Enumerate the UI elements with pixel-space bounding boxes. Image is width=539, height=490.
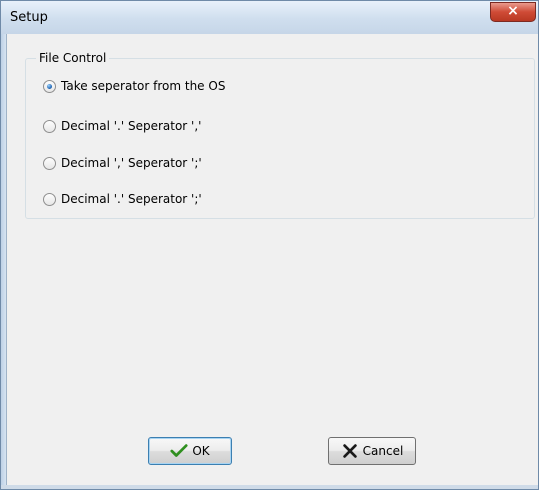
radio-option-label: Decimal ',' Seperator ';': [61, 156, 202, 170]
setup-window: Setup × File Control Take seperator from…: [0, 0, 539, 490]
close-icon: ×: [507, 3, 519, 19]
cancel-button[interactable]: Cancel: [328, 437, 416, 465]
radio-option-comma-semicolon[interactable]: Decimal ',' Seperator ';': [43, 154, 202, 172]
radio-button-selected-icon[interactable]: [43, 79, 56, 93]
x-icon: [342, 444, 357, 458]
radio-button-icon[interactable]: [43, 192, 56, 206]
dialog-client-area: File Control Take seperator from the OS …: [6, 34, 538, 489]
file-control-group-label: File Control: [36, 50, 110, 66]
ok-button[interactable]: OK: [148, 437, 232, 465]
title-bar[interactable]: Setup ×: [1, 1, 538, 35]
file-control-groupbox: File Control Take seperator from the OS …: [25, 50, 535, 219]
radio-button-icon[interactable]: [43, 119, 56, 133]
radio-option-label: Decimal '.' Seperator ';': [61, 192, 202, 206]
radio-option-os-separator[interactable]: Take seperator from the OS: [43, 77, 225, 95]
checkmark-icon: [170, 444, 188, 457]
window-title: Setup: [10, 10, 48, 25]
window-bottom-border: [1, 485, 538, 489]
radio-button-icon[interactable]: [43, 156, 56, 170]
cancel-button-label: Cancel: [362, 444, 404, 458]
radio-option-label: Decimal '.' Seperator ',': [61, 119, 202, 133]
radio-option-dot-comma[interactable]: Decimal '.' Seperator ',': [43, 117, 201, 135]
ok-button-label: OK: [192, 444, 210, 458]
radio-option-dot-semicolon[interactable]: Decimal '.' Seperator ';': [43, 190, 202, 208]
close-button[interactable]: ×: [490, 2, 536, 22]
radio-option-label: Take seperator from the OS: [61, 79, 226, 93]
